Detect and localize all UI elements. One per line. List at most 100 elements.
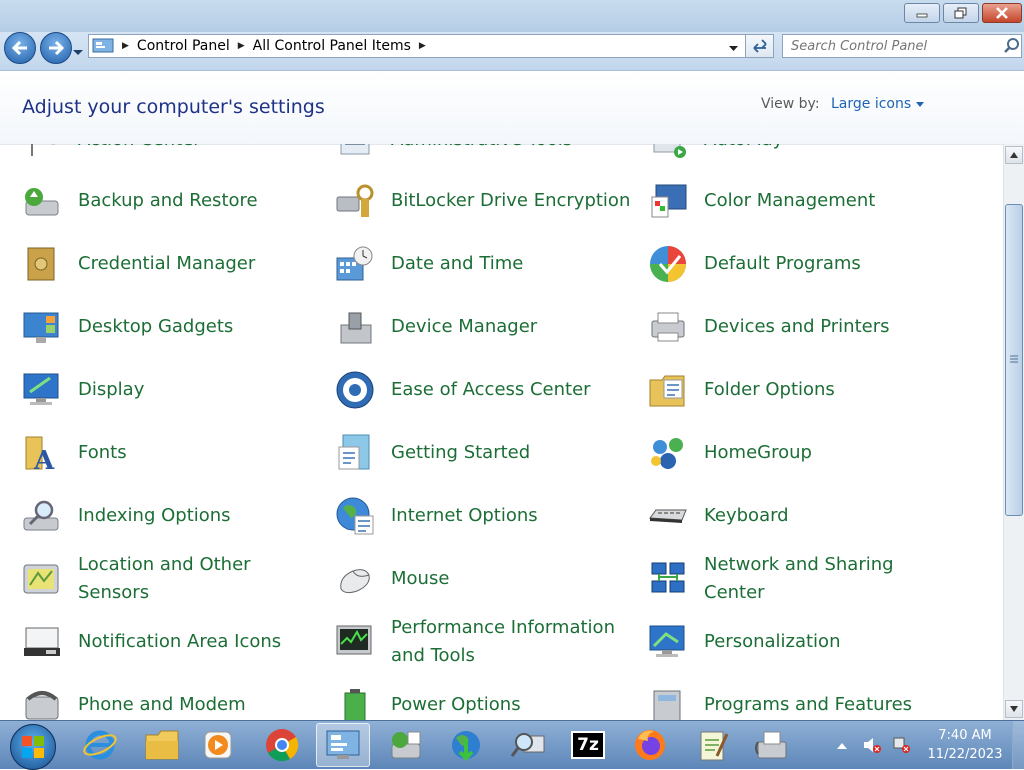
item-label: Power Options	[391, 694, 521, 715]
grip-icon	[1010, 355, 1018, 363]
globe-icon	[335, 496, 375, 536]
item-network-and-sharing[interactable]: Network and Sharing Center	[648, 549, 948, 609]
item-phone-and-modem[interactable]: Phone and Modem	[22, 677, 322, 720]
taskbar-media-player[interactable]	[192, 723, 244, 767]
address-bar[interactable]: ▶ Control Panel ▶ All Control Panel Item…	[88, 34, 746, 58]
item-homegroup[interactable]: HomeGroup	[648, 425, 948, 481]
taskbar-file-explorer[interactable]	[136, 723, 188, 767]
item-autoplay[interactable]: AutoPlay	[648, 144, 948, 168]
system-clock[interactable]: 7:40 AM 11/22/2023	[920, 726, 1010, 764]
item-devices-and-printers[interactable]: Devices and Printers	[648, 299, 948, 355]
item-label-line-1: Performance Information	[391, 617, 615, 638]
color-management-icon	[648, 181, 688, 221]
tray-network[interactable]	[892, 735, 912, 755]
tray-volume[interactable]	[862, 735, 882, 755]
vertical-scrollbar[interactable]	[1003, 144, 1024, 720]
item-programs-and-features[interactable]: Programs and Features	[648, 677, 948, 720]
indexing-icon	[22, 496, 62, 536]
search-input[interactable]	[789, 37, 992, 55]
item-mouse[interactable]: Mouse	[335, 551, 635, 607]
item-power-options[interactable]: Power Options	[335, 677, 635, 720]
item-display[interactable]: Display	[22, 362, 322, 418]
recent-pages-dropdown[interactable]	[72, 42, 84, 61]
scroll-up-button[interactable]	[1005, 146, 1023, 164]
ease-of-access-icon	[335, 370, 375, 410]
minimize-button[interactable]	[904, 3, 940, 23]
item-indexing-options[interactable]: Indexing Options	[22, 488, 322, 544]
scroll-down-button[interactable]	[1005, 700, 1023, 718]
item-label: Desktop Gadgets	[78, 316, 234, 337]
credential-vault-icon	[22, 244, 62, 284]
taskbar-fax[interactable]	[746, 723, 798, 767]
item-default-programs[interactable]: Default Programs	[648, 236, 948, 292]
start-button[interactable]	[10, 724, 56, 770]
refresh-button[interactable]	[746, 34, 774, 58]
taskbar-7zip[interactable]: 7z	[562, 723, 614, 767]
taskbar: 7z 7:40 AM 11/22/2023	[0, 720, 1024, 770]
flag-icon	[22, 144, 62, 160]
item-keyboard[interactable]: Keyboard	[648, 488, 948, 544]
show-hidden-icons-button[interactable]	[832, 735, 852, 755]
item-label: Programs and Features	[704, 694, 913, 715]
item-personalization[interactable]: Personalization	[648, 614, 948, 670]
restore-button[interactable]	[943, 3, 979, 23]
item-device-manager[interactable]: Device Manager	[335, 299, 635, 355]
7zip-icon-label: 7z	[577, 735, 599, 755]
back-button[interactable]	[4, 32, 36, 64]
item-color-management[interactable]: Color Management	[648, 173, 948, 229]
item-location-and-other-sensors[interactable]: Location and Other Sensors	[22, 549, 322, 609]
breadcrumb-control-panel[interactable]: Control Panel	[137, 38, 230, 54]
item-fonts[interactable]: A Fonts	[22, 425, 322, 481]
forward-button[interactable]	[40, 32, 72, 64]
item-label: Performance Information and Tools	[391, 614, 615, 670]
item-date-and-time[interactable]: Date and Time	[335, 236, 635, 292]
autoplay-icon	[648, 144, 688, 160]
scroll-thumb[interactable]	[1005, 204, 1023, 516]
item-credential-manager[interactable]: Credential Manager	[22, 236, 322, 292]
page-header: Adjust your computer's settings View by:…	[0, 71, 1024, 145]
location-sensors-icon	[22, 559, 62, 599]
close-icon	[996, 7, 1008, 19]
notification-area-icon	[22, 622, 62, 662]
taskbar-chrome[interactable]	[256, 723, 308, 767]
item-administrative-tools[interactable]: Administrative Tools	[335, 144, 635, 168]
item-label: Network and Sharing Center	[704, 551, 894, 607]
taskbar-internet-explorer[interactable]	[74, 723, 126, 767]
item-label: Devices and Printers	[704, 316, 890, 337]
item-ease-of-access[interactable]: Ease of Access Center	[335, 362, 635, 418]
item-performance-information[interactable]: Performance Information and Tools	[335, 612, 635, 672]
item-notification-area-icons[interactable]: Notification Area Icons	[22, 614, 322, 670]
search-icon[interactable]	[1003, 37, 1021, 55]
internet-explorer-icon	[83, 730, 117, 760]
breadcrumb-all-items[interactable]: All Control Panel Items	[253, 38, 411, 54]
address-dropdown[interactable]	[728, 41, 739, 57]
taskbar-firefox[interactable]	[624, 723, 676, 767]
view-by-dropdown[interactable]: Large icons	[831, 96, 924, 112]
homegroup-icon	[648, 433, 688, 473]
phone-modem-icon	[22, 685, 62, 720]
item-getting-started[interactable]: Getting Started	[335, 425, 635, 481]
item-label: Internet Options	[391, 505, 538, 526]
item-action-center[interactable]: Action Center	[22, 144, 322, 168]
minimize-icon	[916, 13, 928, 18]
device-manager-icon	[335, 307, 375, 347]
taskbar-backup[interactable]	[380, 723, 432, 767]
taskbar-control-panel[interactable]	[316, 723, 370, 767]
item-folder-options[interactable]: Folder Options	[648, 362, 948, 418]
chevron-down-icon	[1010, 706, 1018, 712]
taskbar-search-tool[interactable]	[502, 723, 554, 767]
item-desktop-gadgets[interactable]: Desktop Gadgets	[22, 299, 322, 355]
windows-logo-icon	[22, 736, 44, 758]
show-desktop-button[interactable]	[1012, 721, 1024, 769]
svg-text:A: A	[33, 446, 55, 473]
close-button[interactable]	[982, 3, 1022, 23]
item-internet-options[interactable]: Internet Options	[335, 488, 635, 544]
default-programs-icon	[648, 244, 688, 284]
item-backup-and-restore[interactable]: Backup and Restore	[22, 173, 322, 229]
taskbar-download-manager[interactable]	[440, 723, 492, 767]
taskbar-notepad[interactable]	[686, 723, 738, 767]
item-bitlocker[interactable]: BitLocker Drive Encryption	[335, 173, 635, 229]
item-label: Default Programs	[704, 253, 861, 274]
item-label: Personalization	[704, 631, 841, 652]
backup-icon	[22, 181, 62, 221]
